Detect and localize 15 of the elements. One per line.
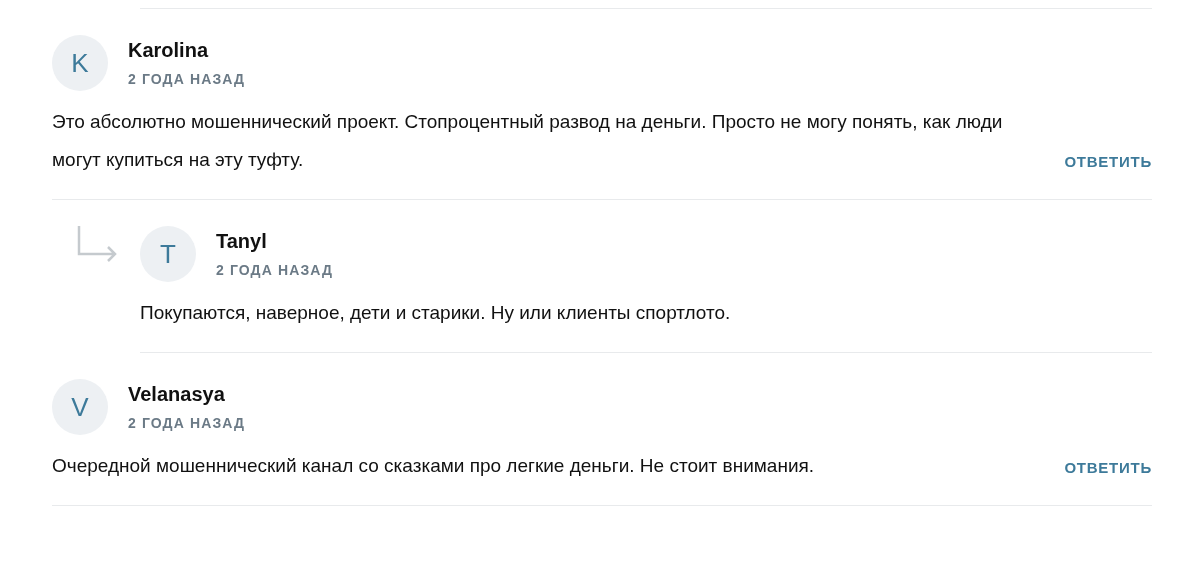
comment-time: 2 ГОДА НАЗАД — [216, 261, 334, 280]
reply-arrow-icon — [77, 226, 119, 264]
comment-time: 2 ГОДА НАЗАД — [128, 70, 246, 89]
reply-link[interactable]: ОТВЕТИТЬ — [1064, 150, 1152, 179]
avatar: V — [52, 379, 108, 435]
author-name: Karolina — [128, 38, 210, 62]
comment-text: Это абсолютно мошеннический проект. Стопроцентный развод на деньги. Просто не могу понять, как люди могут купиться на эту туфту. — [52, 110, 1004, 172]
comment-time: 2 ГОДА НАЗАД — [128, 414, 246, 433]
comment-text: Очередной мошеннический канал со сказками про легкие деньги. Не стоит внимания. — [52, 454, 816, 478]
avatar: T — [140, 226, 196, 282]
comment-text: Покупаются, наверное, дети и старики. Ну или клиенты спортлото. — [140, 301, 732, 325]
avatar: K — [52, 35, 108, 91]
reply-link[interactable]: ОТВЕТИТЬ — [1064, 456, 1152, 485]
author-name: Velanasya — [128, 382, 226, 406]
author-name: Tanyl — [216, 229, 268, 253]
